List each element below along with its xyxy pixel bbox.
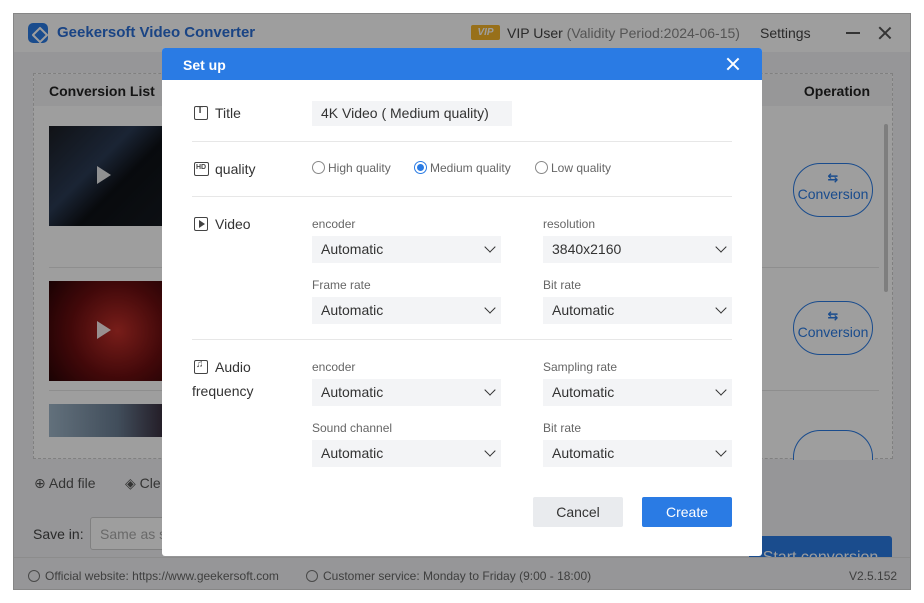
divider	[192, 196, 732, 197]
chevron-down-icon	[484, 384, 496, 396]
dialog-header: Set up	[162, 48, 762, 80]
radio-low-quality[interactable]: Low quality	[535, 161, 611, 175]
video-label: Video	[215, 216, 251, 232]
chevron-down-icon	[715, 445, 727, 457]
audio-bit-rate-select[interactable]: Automatic	[543, 440, 732, 467]
sound-channel-label: Sound channel	[312, 421, 393, 435]
setup-dialog: Set up Title 4K Video ( Medium quality) …	[162, 48, 762, 556]
radio-circle-icon	[312, 161, 325, 174]
video-icon	[194, 217, 208, 231]
music-note-icon	[194, 359, 208, 374]
frame-rate-select[interactable]: Automatic	[312, 297, 501, 324]
resolution-select[interactable]: 3840x2160	[543, 236, 732, 263]
title-input[interactable]: 4K Video ( Medium quality)	[312, 101, 512, 126]
divider	[192, 141, 732, 142]
audio-bit-rate-value: Automatic	[552, 445, 615, 461]
radio-medium-quality-label: Medium quality	[430, 161, 511, 175]
title-label: Title	[215, 105, 241, 121]
radio-high-quality[interactable]: High quality	[312, 161, 391, 175]
audio-label: Audio	[215, 359, 251, 375]
audio-encoder-value: Automatic	[321, 384, 384, 400]
resolution-label: resolution	[543, 217, 596, 231]
chevron-down-icon	[715, 302, 727, 314]
video-encoder-label: encoder	[312, 217, 356, 231]
radio-low-quality-label: Low quality	[551, 161, 612, 175]
hd-icon	[194, 162, 209, 176]
radio-high-quality-label: High quality	[328, 161, 391, 175]
chevron-down-icon	[484, 241, 496, 253]
frequency-label: frequency	[192, 383, 254, 399]
video-bit-rate-label: Bit rate	[543, 278, 582, 292]
sampling-rate-select[interactable]: Automatic	[543, 379, 732, 406]
cancel-button[interactable]: Cancel	[533, 497, 623, 527]
sound-channel-value: Automatic	[321, 445, 384, 461]
sampling-rate-value: Automatic	[552, 384, 615, 400]
video-bit-rate-select[interactable]: Automatic	[543, 297, 732, 324]
dialog-close-icon[interactable]	[725, 56, 741, 72]
sound-channel-select[interactable]: Automatic	[312, 440, 501, 467]
resolution-value: 3840x2160	[552, 241, 622, 257]
title-icon	[194, 105, 208, 120]
divider	[192, 339, 732, 340]
chevron-down-icon	[715, 384, 727, 396]
radio-checked-icon	[414, 161, 427, 174]
create-button[interactable]: Create	[642, 497, 732, 527]
audio-encoder-label: encoder	[312, 360, 356, 374]
frame-rate-label: Frame rate	[312, 278, 371, 292]
audio-bit-rate-label: Bit rate	[543, 421, 582, 435]
radio-medium-quality[interactable]: Medium quality	[414, 161, 511, 175]
chevron-down-icon	[715, 241, 727, 253]
quality-label: quality	[215, 161, 256, 177]
video-bit-rate-value: Automatic	[552, 302, 615, 318]
sampling-rate-label: Sampling rate	[543, 360, 618, 374]
video-encoder-select[interactable]: Automatic	[312, 236, 501, 263]
audio-encoder-select[interactable]: Automatic	[312, 379, 501, 406]
radio-circle-icon	[535, 161, 548, 174]
frame-rate-value: Automatic	[321, 302, 384, 318]
dialog-title: Set up	[183, 57, 226, 73]
video-encoder-value: Automatic	[321, 241, 384, 257]
chevron-down-icon	[484, 445, 496, 457]
chevron-down-icon	[484, 302, 496, 314]
